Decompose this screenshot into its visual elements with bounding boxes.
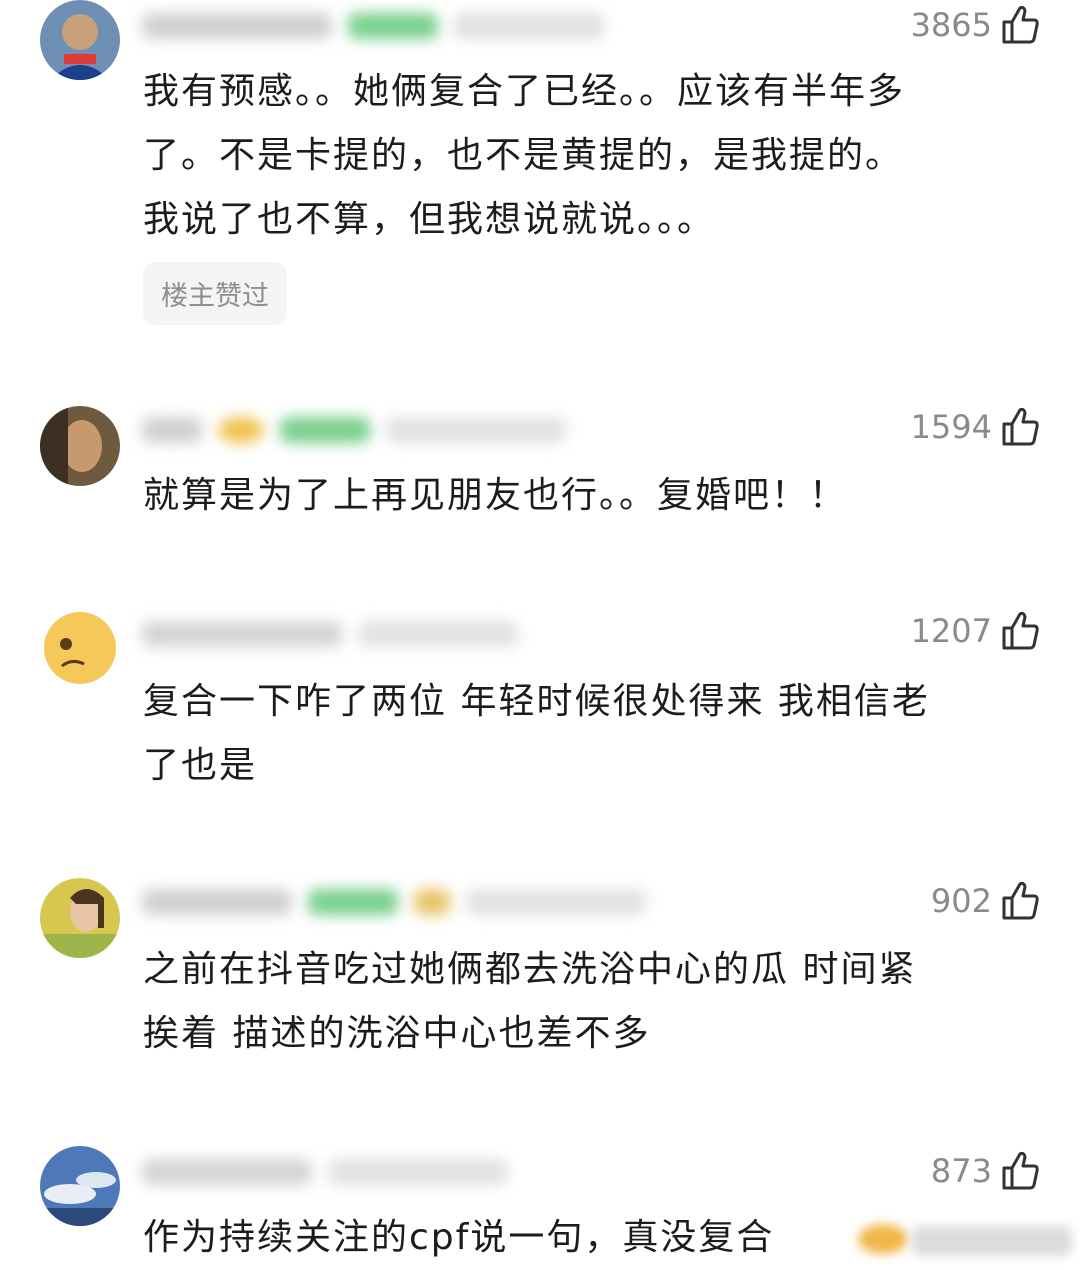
- like-count[interactable]: 873: [931, 1150, 1040, 1192]
- emoji-blurred: [858, 1224, 908, 1254]
- avatar[interactable]: [40, 608, 120, 688]
- comment-text: 复合一下咋了两位 年轻时候很处得来 我相信老 了也是: [143, 681, 930, 786]
- username-blurred: [142, 614, 518, 654]
- username-blurred: [142, 882, 646, 922]
- like-count[interactable]: 3865: [911, 4, 1040, 46]
- like-count[interactable]: 1594: [911, 406, 1040, 448]
- username-blurred: [142, 6, 604, 46]
- comment-text: 就算是为了上再见朋友也行。。复婚吧！！: [143, 475, 848, 516]
- thumbs-up-icon: [1002, 611, 1039, 650]
- comment-item: 3865 我有预感。。她俩复合了已经。。应该有半年多 了。不是卡提的，也不是黄提…: [0, 0, 1080, 340]
- author-liked-badge: 楼主赞过: [143, 262, 287, 325]
- comment-text: 之前在抖音吃过她俩都去洗浴中心的瓜 时间紧 挨着 描述的洗浴中心也差不多: [143, 949, 917, 1054]
- thumbs-up-icon: [1002, 407, 1039, 446]
- username-blurred: [142, 1152, 508, 1192]
- like-count[interactable]: 1207: [911, 610, 1040, 652]
- thumbs-up-icon: [1002, 1151, 1039, 1190]
- thumbs-up-icon: [1002, 5, 1039, 44]
- avatar[interactable]: [40, 0, 120, 80]
- avatar[interactable]: [40, 1146, 120, 1226]
- avatar[interactable]: [40, 406, 120, 486]
- comment-text: 我有预感。。她俩复合了已经。。应该有半年多 了。不是卡提的，也不是黄提的，是我提…: [143, 71, 906, 240]
- like-count[interactable]: 902: [931, 880, 1040, 922]
- avatar[interactable]: [40, 878, 120, 958]
- thumbs-up-icon: [1002, 881, 1039, 920]
- username-blurred: [142, 410, 566, 450]
- watermark-blurred: [912, 1226, 1072, 1256]
